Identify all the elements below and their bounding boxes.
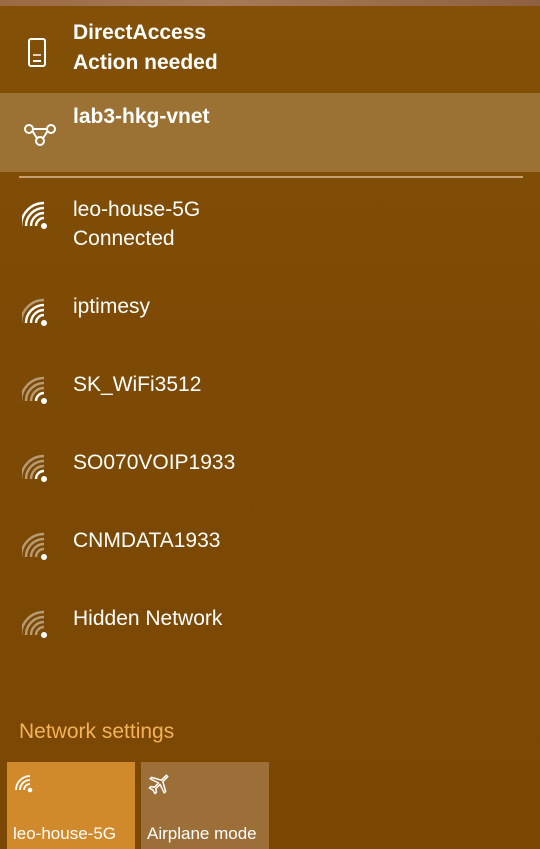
phone-vpn-icon (22, 36, 56, 70)
network-name: leo-house-5G (73, 198, 201, 221)
wifi-network-item[interactable]: Hidden Network (0, 604, 540, 664)
airplane-tile-label: Airplane mode (147, 824, 257, 843)
network-name: Hidden Network (73, 607, 223, 630)
wifi-signal-icon (22, 530, 56, 564)
vpn-directaccess-item[interactable]: DirectAccess Action needed (0, 16, 540, 92)
wifi-network-item[interactable]: leo-house-5G Connected (0, 193, 540, 263)
wifi-network-item[interactable]: SK_WiFi3512 (0, 370, 540, 430)
network-name: SK_WiFi3512 (73, 373, 202, 396)
wifi-network-item[interactable]: iptimesy (0, 292, 540, 352)
network-name: SO070VOIP1933 (73, 451, 236, 474)
network-flyout: DirectAccess Action needed lab3-hkg-vnet (0, 0, 540, 849)
vpn-name: DirectAccess (73, 21, 207, 44)
airplane-icon (147, 770, 173, 796)
network-name: iptimesy (73, 295, 151, 318)
wifi-signal-icon (22, 374, 56, 408)
wifi-network-item[interactable]: CNMDATA1933 (0, 526, 540, 586)
wifi-signal-icon (22, 608, 56, 642)
wifi-signal-icon (22, 452, 56, 486)
taskbar-edge (0, 0, 540, 6)
vpn-lab3-item[interactable]: lab3-hkg-vnet (0, 93, 540, 172)
vpn-connection-icon (22, 117, 56, 151)
network-settings-link[interactable]: Network settings (19, 717, 174, 747)
wifi-icon (13, 770, 39, 796)
wifi-toggle-tile[interactable]: leo-house-5G (7, 762, 135, 849)
airplane-mode-tile[interactable]: Airplane mode (141, 762, 269, 849)
network-status: Connected (73, 227, 175, 250)
wifi-network-item[interactable]: SO070VOIP1933 (0, 448, 540, 508)
section-divider (19, 176, 523, 178)
vpn-status: Action needed (73, 51, 218, 74)
network-name: CNMDATA1933 (73, 529, 221, 552)
wifi-signal-icon (22, 199, 56, 233)
wifi-tile-label: leo-house-5G (13, 824, 117, 843)
wifi-signal-icon (22, 296, 56, 330)
vpn-lab3-name: lab3-hkg-vnet (73, 105, 210, 128)
